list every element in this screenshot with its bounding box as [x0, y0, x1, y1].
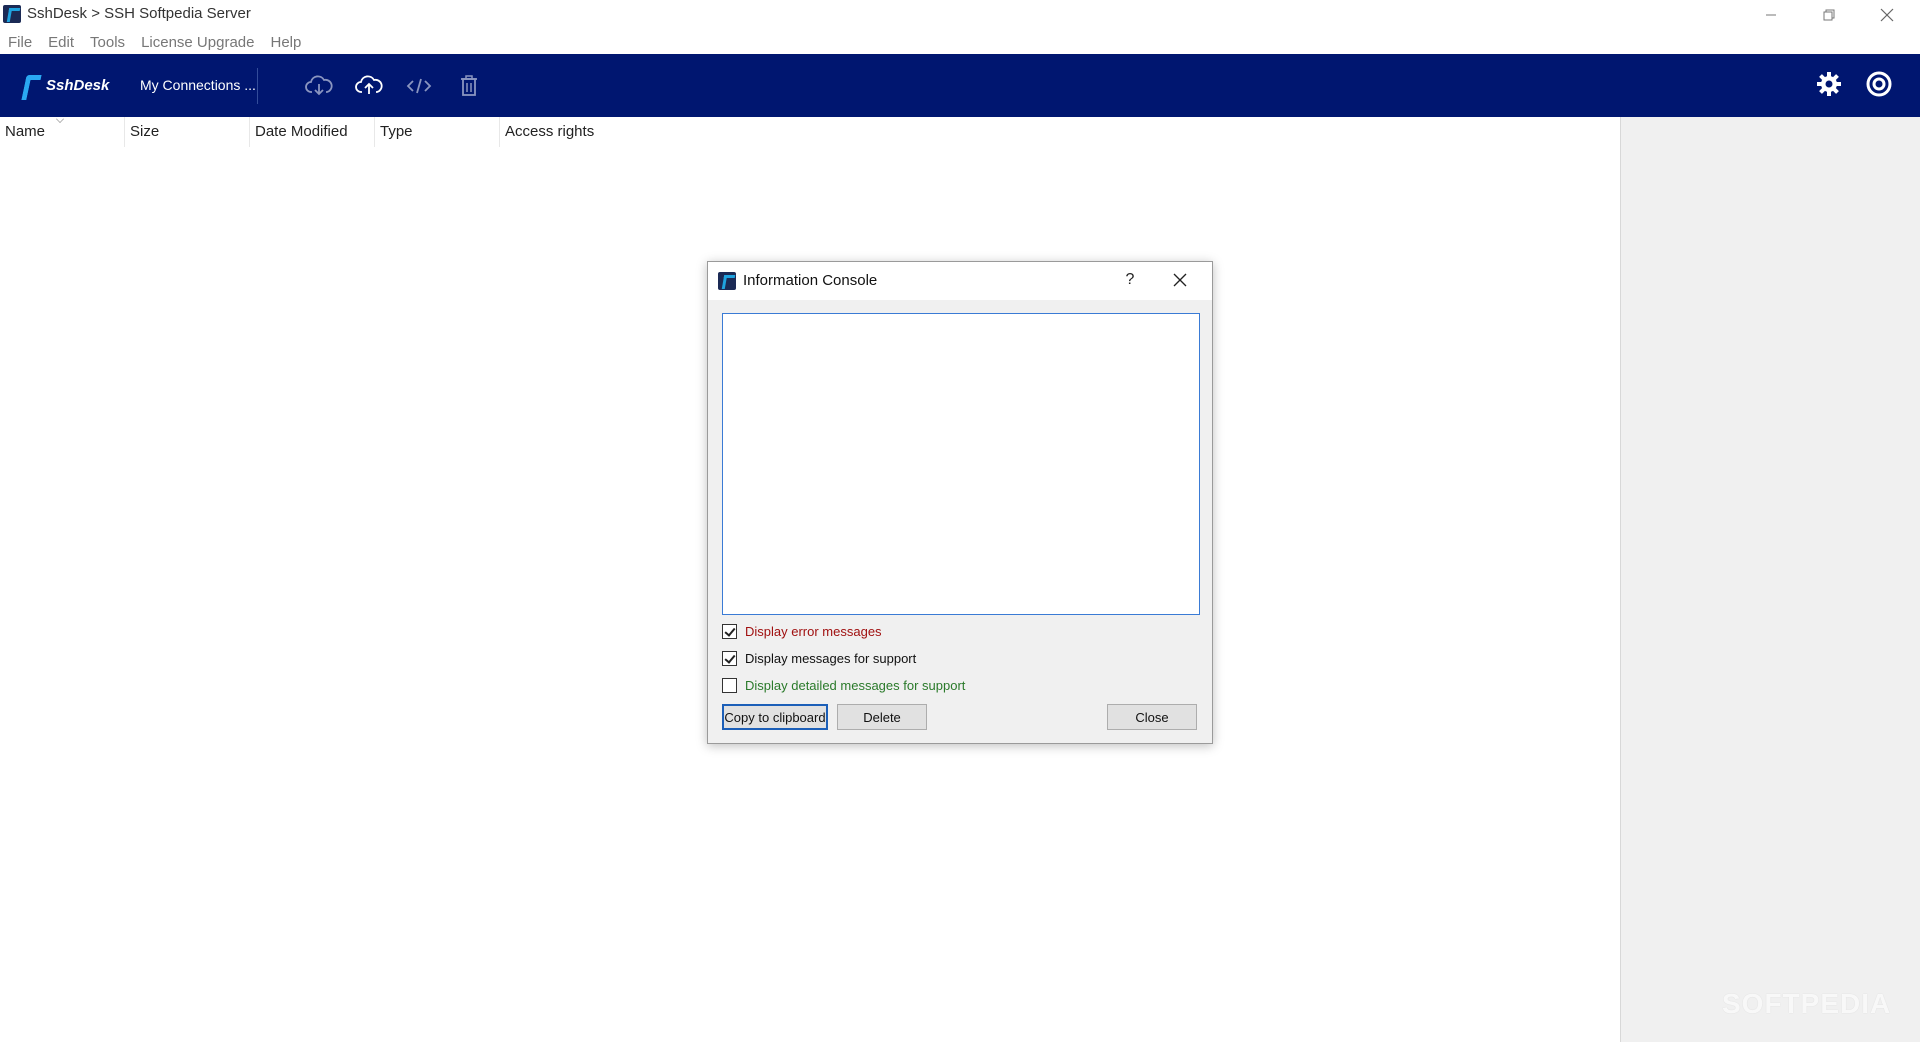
- minimize-icon: [1766, 14, 1776, 15]
- sort-caret-icon: [56, 115, 64, 123]
- window-title: SshDesk > SSH Softpedia Server: [27, 5, 251, 22]
- file-list-header: Name Size Date Modified Type Access righ…: [0, 115, 1616, 147]
- disconnect-button[interactable]: [1864, 70, 1894, 98]
- restore-button[interactable]: [1800, 0, 1858, 29]
- error-messages-checkbox[interactable]: [722, 623, 737, 639]
- trash-icon: [461, 75, 477, 96]
- upload-button[interactable]: [354, 72, 384, 100]
- column-access-rights[interactable]: Access rights: [500, 117, 700, 147]
- detailed-support-label: Display detailed messages for support: [745, 677, 966, 693]
- sshdesk-logo: SshDesk: [18, 68, 109, 102]
- dialog-title-bar: Information Console ?: [708, 262, 1212, 300]
- menu-bar: File Edit Tools License Upgrade Help: [0, 30, 1920, 54]
- dialog-help-button[interactable]: ?: [1118, 268, 1142, 292]
- close-button[interactable]: Close: [1107, 704, 1197, 730]
- cloud-download-icon: [305, 75, 333, 96]
- close-window-button[interactable]: [1858, 0, 1916, 29]
- detailed-support-checkbox[interactable]: [722, 677, 737, 693]
- my-connections-button[interactable]: My Connections ...: [134, 74, 262, 98]
- terminal-button[interactable]: [404, 72, 434, 100]
- column-size[interactable]: Size: [125, 117, 250, 147]
- close-icon: [1173, 273, 1187, 287]
- information-console-dialog: Information Console ? Display error mess…: [707, 261, 1213, 744]
- code-icon: [406, 78, 432, 94]
- support-messages-label: Display messages for support: [745, 650, 917, 666]
- column-type[interactable]: Type: [375, 117, 500, 147]
- download-button[interactable]: [304, 72, 334, 100]
- menu-help[interactable]: Help: [270, 34, 301, 51]
- column-access-label: Access rights: [505, 123, 595, 140]
- dialog-title: Information Console: [743, 272, 878, 289]
- cloud-upload-icon: [355, 75, 383, 94]
- menu-edit[interactable]: Edit: [48, 34, 74, 51]
- power-icon: [1866, 71, 1892, 97]
- support-messages-checkbox[interactable]: [722, 650, 737, 666]
- option-error-messages[interactable]: Display error messages: [722, 621, 882, 641]
- menu-file[interactable]: File: [8, 34, 32, 51]
- settings-button[interactable]: [1814, 70, 1844, 98]
- menu-tools[interactable]: Tools: [90, 34, 125, 51]
- menu-license-upgrade[interactable]: License Upgrade: [141, 34, 254, 51]
- option-detailed-support-messages[interactable]: Display detailed messages for support: [722, 675, 965, 695]
- delete-button[interactable]: Delete: [837, 704, 927, 730]
- gear-icon: [1817, 72, 1841, 96]
- error-messages-label: Display error messages: [745, 623, 882, 639]
- copy-to-clipboard-button[interactable]: Copy to clipboard: [722, 704, 828, 730]
- title-bar: SshDesk > SSH Softpedia Server: [0, 0, 1920, 29]
- softpedia-watermark: SOFTPEDIA: [1722, 988, 1892, 1019]
- column-name[interactable]: Name: [0, 115, 125, 147]
- logo-mark-icon: [18, 71, 44, 99]
- column-date-modified[interactable]: Date Modified: [250, 117, 375, 147]
- console-output-textarea[interactable]: [722, 313, 1200, 615]
- column-date-label: Date Modified: [255, 123, 348, 140]
- toolbar-separator: [257, 68, 258, 104]
- app-icon: [3, 5, 21, 23]
- column-size-label: Size: [130, 123, 160, 140]
- details-panel: [1620, 117, 1920, 1042]
- column-type-label: Type: [380, 123, 413, 140]
- delete-toolbar-button[interactable]: [454, 72, 484, 100]
- column-name-label: Name: [5, 123, 46, 140]
- close-icon: [1880, 8, 1894, 21]
- logo-text: SshDesk: [46, 76, 110, 94]
- minimize-button[interactable]: [1742, 0, 1800, 29]
- toolbar: SshDesk My Connections ...: [0, 54, 1920, 117]
- restore-icon: [1823, 9, 1835, 20]
- dialog-app-icon: [718, 272, 736, 290]
- dialog-close-button[interactable]: [1168, 268, 1192, 292]
- option-support-messages[interactable]: Display messages for support: [722, 648, 916, 668]
